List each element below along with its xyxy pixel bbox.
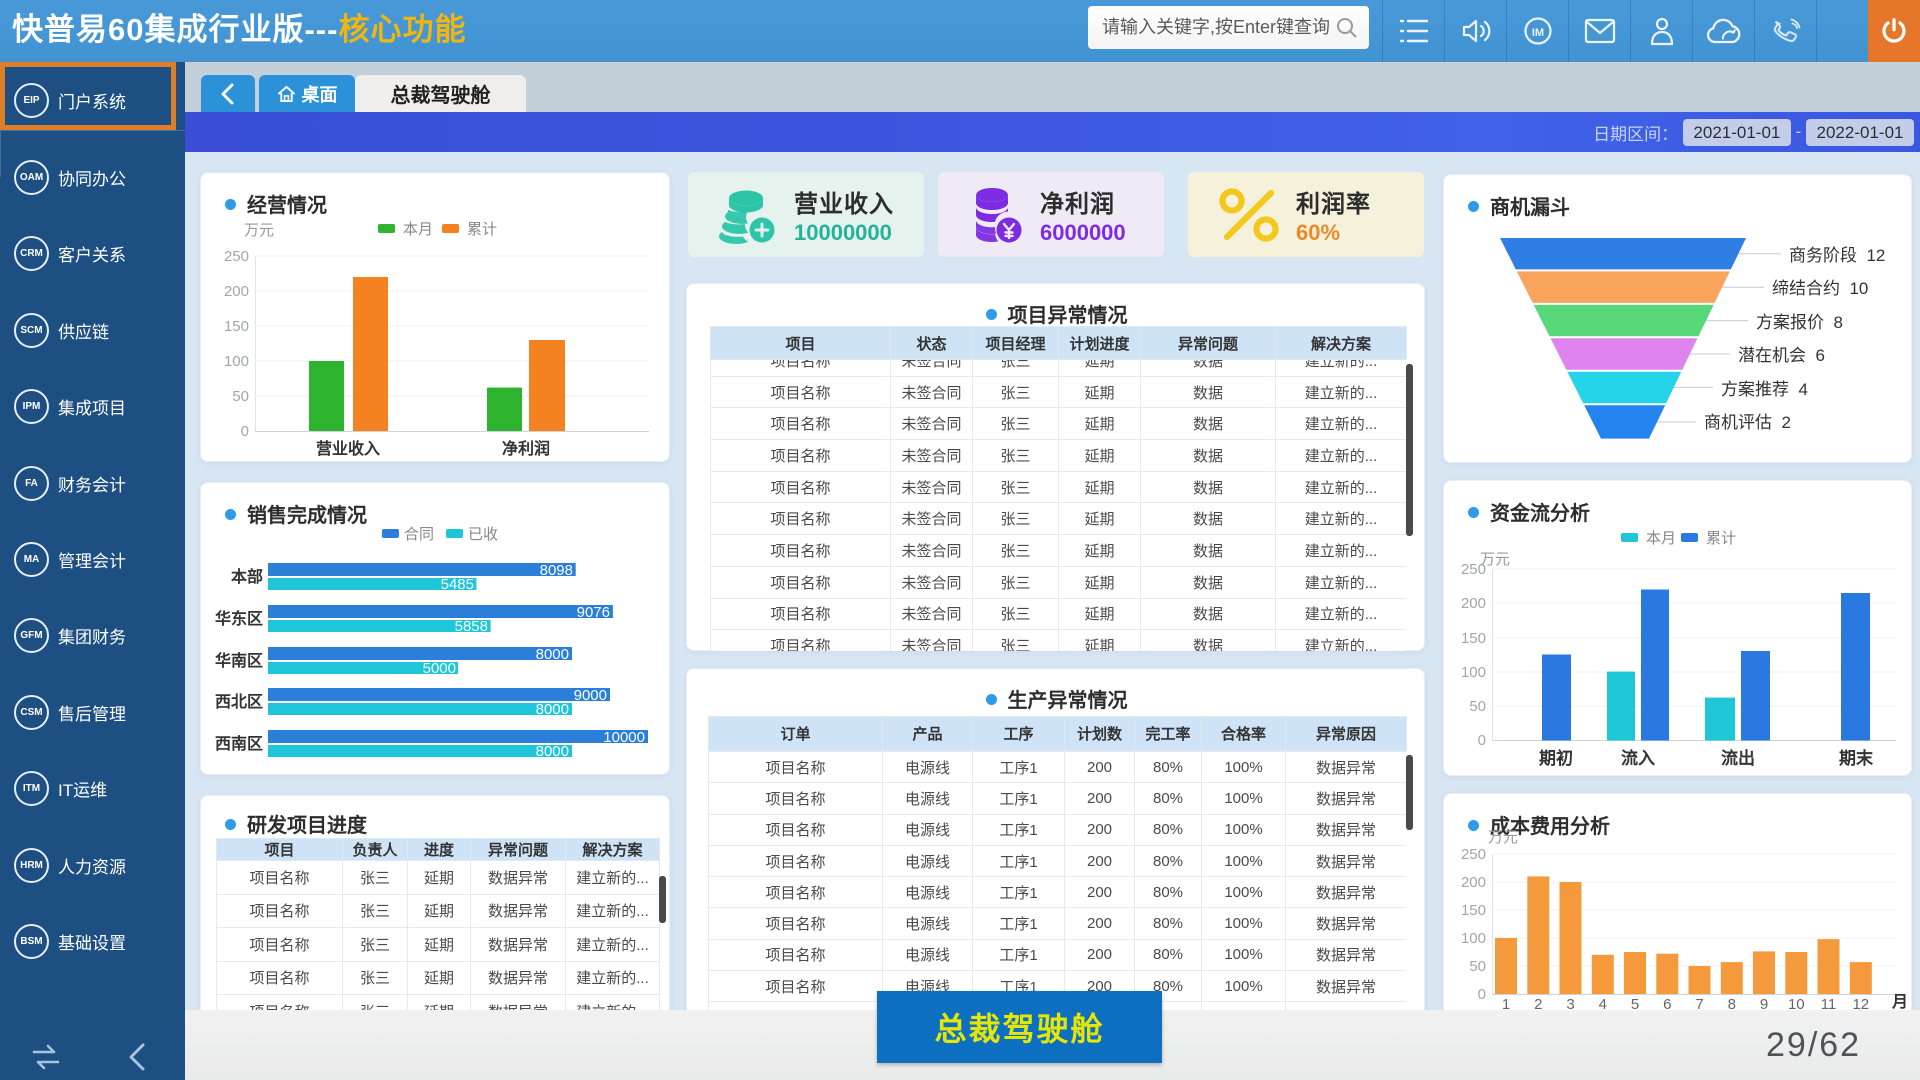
svg-text:累计: 累计 bbox=[467, 221, 497, 238]
svg-text:250: 250 bbox=[1461, 846, 1486, 863]
svg-text:50: 50 bbox=[1469, 698, 1486, 715]
svg-text:月: 月 bbox=[1891, 993, 1908, 1011]
svg-text:8098: 8098 bbox=[540, 562, 573, 579]
svg-text:250: 250 bbox=[224, 248, 249, 265]
svg-text:净利润: 净利润 bbox=[502, 439, 550, 458]
svg-text:200: 200 bbox=[1461, 874, 1486, 891]
svg-text:缔结合约 10: 缔结合约 10 bbox=[1772, 279, 1868, 298]
svg-text:IM: IM bbox=[1531, 27, 1543, 39]
svg-text:150: 150 bbox=[224, 318, 249, 335]
svg-text:万元: 万元 bbox=[1488, 829, 1518, 846]
svg-text:150: 150 bbox=[1461, 902, 1486, 919]
svg-text:已收: 已收 bbox=[468, 526, 498, 543]
svg-text:华东区: 华东区 bbox=[215, 609, 263, 628]
svg-text:8000: 8000 bbox=[536, 646, 569, 663]
svg-text:本月: 本月 bbox=[403, 221, 433, 238]
svg-text:5485: 5485 bbox=[441, 576, 474, 593]
svg-text:潜在机会 6: 潜在机会 6 bbox=[1738, 346, 1825, 365]
svg-text:期初: 期初 bbox=[1539, 748, 1573, 768]
svg-text:9076: 9076 bbox=[577, 604, 610, 621]
svg-text:100: 100 bbox=[1461, 664, 1486, 681]
svg-text:期末: 期末 bbox=[1839, 748, 1874, 768]
svg-text:0: 0 bbox=[1478, 986, 1486, 1003]
svg-text:0: 0 bbox=[241, 423, 249, 440]
svg-text:8000: 8000 bbox=[536, 743, 569, 760]
svg-text:100: 100 bbox=[1461, 930, 1486, 947]
svg-text:营业收入: 营业收入 bbox=[316, 439, 380, 458]
svg-text:合同: 合同 bbox=[404, 526, 434, 543]
svg-text:万元: 万元 bbox=[244, 222, 274, 239]
svg-text:累计: 累计 bbox=[1706, 530, 1736, 547]
svg-text:50: 50 bbox=[232, 388, 249, 405]
svg-text:200: 200 bbox=[1461, 595, 1486, 612]
svg-text:流出: 流出 bbox=[1721, 748, 1755, 768]
svg-text:西北区: 西北区 bbox=[215, 693, 263, 711]
svg-text:西南区: 西南区 bbox=[215, 734, 263, 753]
svg-text:9000: 9000 bbox=[574, 687, 607, 704]
svg-text:本月: 本月 bbox=[1646, 530, 1676, 547]
svg-text:200: 200 bbox=[224, 283, 249, 300]
svg-text:方案报价 8: 方案报价 8 bbox=[1756, 313, 1843, 332]
svg-text:100: 100 bbox=[224, 353, 249, 370]
svg-text:流入: 流入 bbox=[1621, 748, 1655, 768]
svg-text:150: 150 bbox=[1461, 630, 1486, 647]
svg-text:0: 0 bbox=[1478, 732, 1486, 749]
svg-text:商务阶段 12: 商务阶段 12 bbox=[1789, 246, 1885, 265]
svg-text:华南区: 华南区 bbox=[215, 651, 263, 670]
svg-text:方案推荐 4: 方案推荐 4 bbox=[1721, 380, 1808, 399]
svg-text:本部: 本部 bbox=[231, 567, 263, 586]
svg-text:250: 250 bbox=[1461, 561, 1486, 578]
svg-text:5858: 5858 bbox=[455, 618, 488, 635]
svg-text:商机评估 2: 商机评估 2 bbox=[1704, 413, 1791, 432]
svg-text:8000: 8000 bbox=[536, 701, 569, 718]
svg-text:50: 50 bbox=[1469, 958, 1486, 975]
svg-text:10000: 10000 bbox=[603, 729, 645, 746]
svg-text:5000: 5000 bbox=[423, 660, 456, 677]
